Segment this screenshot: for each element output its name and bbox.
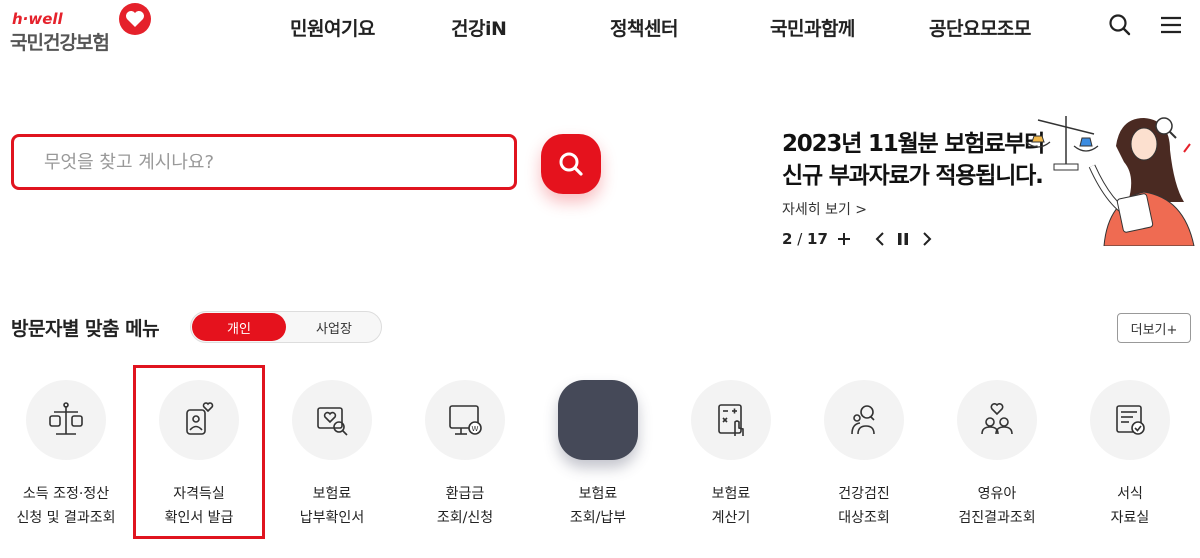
menu-label: 보험료 조회/납부 bbox=[532, 482, 664, 530]
menu-label-line2: 납부확인서 bbox=[299, 510, 365, 526]
menu-icon-tile bbox=[292, 380, 372, 460]
menu-icon[interactable] bbox=[1158, 12, 1184, 38]
menu-label-line1: 건강검진 bbox=[838, 486, 890, 502]
menu-item-checkup-target[interactable]: 건강검진 대상조회 bbox=[798, 380, 930, 550]
menu-label-line1: 보험료 bbox=[711, 486, 751, 502]
menu-item-payment-cert[interactable]: 보험료 납부확인서 bbox=[266, 380, 398, 550]
menu-icon-tile bbox=[824, 380, 904, 460]
search-box[interactable] bbox=[11, 134, 517, 190]
menu-label: 건강검진 대상조회 bbox=[798, 482, 930, 530]
family-heart-icon bbox=[981, 403, 1013, 435]
menu-icon-tile bbox=[1090, 380, 1170, 460]
section-title: 방문자별 맞춤 메뉴 bbox=[11, 318, 160, 340]
form-check-icon bbox=[1116, 405, 1145, 435]
woman-scale-illustration bbox=[1025, 116, 1195, 246]
nav-item-civil[interactable]: 민원여기요 bbox=[290, 14, 375, 41]
plus-icon[interactable] bbox=[834, 228, 854, 250]
main-nav: 민원여기요 건강iN 정책센터 국민과함께 공단요모조모 bbox=[0, 0, 1200, 52]
menu-label-line1: 소득 조정·정산 bbox=[22, 486, 110, 502]
menu-icon-tile bbox=[957, 380, 1037, 460]
menu-label-line1: 서식 bbox=[1117, 486, 1143, 502]
selection-highlight bbox=[133, 365, 265, 539]
chevron-left-icon[interactable] bbox=[870, 228, 890, 250]
menu-label-line2: 검진결과조회 bbox=[958, 510, 1036, 526]
menu-label-line1: 보험료 bbox=[578, 486, 618, 502]
menu-icon-tile bbox=[26, 380, 106, 460]
pager-total: 17 bbox=[807, 230, 828, 248]
menu-label-line2: 조회/신청 bbox=[436, 510, 494, 526]
menu-label-line1: 환급금 bbox=[445, 486, 485, 502]
menu-icon-tile: W bbox=[425, 380, 505, 460]
menu-label-line2: 계산기 bbox=[711, 510, 751, 526]
menu-label-line2: 신청 및 결과조회 bbox=[16, 510, 116, 526]
search-icon[interactable] bbox=[1107, 12, 1133, 38]
tab-personal[interactable]: 개인 bbox=[192, 313, 286, 341]
menu-item-calculator[interactable]: 보험료 계산기 bbox=[665, 380, 797, 550]
more-button[interactable]: 더보기+ bbox=[1117, 313, 1191, 343]
menu-label-line2: 조회/납부 bbox=[569, 510, 627, 526]
banner-pager: 2 / 17 bbox=[782, 230, 828, 248]
menu-item-refund[interactable]: W 환급금 조회/신청 bbox=[399, 380, 531, 550]
scale-icon bbox=[49, 402, 83, 435]
menu-label: 소득 조정·정산 신청 및 결과조회 bbox=[0, 482, 132, 530]
tab-business[interactable]: 사업장 bbox=[287, 313, 381, 341]
menu-item-income-adjust[interactable]: 소득 조정·정산 신청 및 결과조회 bbox=[0, 380, 132, 550]
menu-item-infant-checkup[interactable]: 영유아 검진결과조회 bbox=[931, 380, 1063, 550]
menu-label: 서식 자료실 bbox=[1064, 482, 1196, 530]
document-search-icon bbox=[317, 407, 348, 436]
nav-item-policy[interactable]: 정책센터 bbox=[610, 14, 678, 41]
visitor-type-toggle: 개인 사업장 bbox=[190, 311, 382, 343]
pager-separator: / bbox=[792, 230, 808, 248]
menu-icon-tile bbox=[558, 380, 638, 460]
banner-title-line2: 신규 부과자료가 적용됩니다. bbox=[782, 163, 1044, 189]
pager-current: 2 bbox=[782, 230, 793, 248]
menu-label: 보험료 납부확인서 bbox=[266, 482, 398, 530]
menu-label: 환급금 조회/신청 bbox=[399, 482, 531, 530]
nav-item-health-in[interactable]: 건강iN bbox=[451, 14, 507, 41]
search-icon bbox=[559, 152, 583, 176]
menu-label-line2: 대상조회 bbox=[838, 510, 890, 526]
menu-label: 영유아 검진결과조회 bbox=[931, 482, 1063, 530]
nav-item-about[interactable]: 공단요모조모 bbox=[929, 14, 1031, 41]
chevron-right-icon[interactable] bbox=[917, 228, 937, 250]
search-button[interactable] bbox=[541, 134, 601, 194]
calculator-icon bbox=[718, 404, 744, 436]
menu-item-forms[interactable]: 서식 자료실 bbox=[1064, 380, 1196, 550]
menu-item-premium-pay[interactable]: 보험료 조회/납부 bbox=[532, 380, 664, 550]
banner-title-line1: 2023년 11월분 보험료부터 bbox=[782, 131, 1045, 157]
banner-more-link[interactable]: 자세히 보기 > bbox=[782, 199, 867, 219]
banner-title: 2023년 11월분 보험료부터 신규 부과자료가 적용됩니다. bbox=[782, 128, 1045, 192]
pause-icon[interactable] bbox=[893, 228, 913, 250]
search-input[interactable] bbox=[42, 150, 486, 174]
svg-text:W: W bbox=[472, 425, 479, 433]
menu-label-line1: 영유아 bbox=[977, 486, 1017, 502]
nav-item-together[interactable]: 국민과함께 bbox=[770, 14, 855, 41]
monitor-won-icon: W bbox=[449, 405, 482, 435]
menu-label-line2: 자료실 bbox=[1110, 510, 1150, 526]
menu-label-line1: 보험료 bbox=[312, 486, 352, 502]
people-search-icon bbox=[851, 405, 875, 435]
menu-icon-tile bbox=[691, 380, 771, 460]
menu-label: 보험료 계산기 bbox=[665, 482, 797, 530]
